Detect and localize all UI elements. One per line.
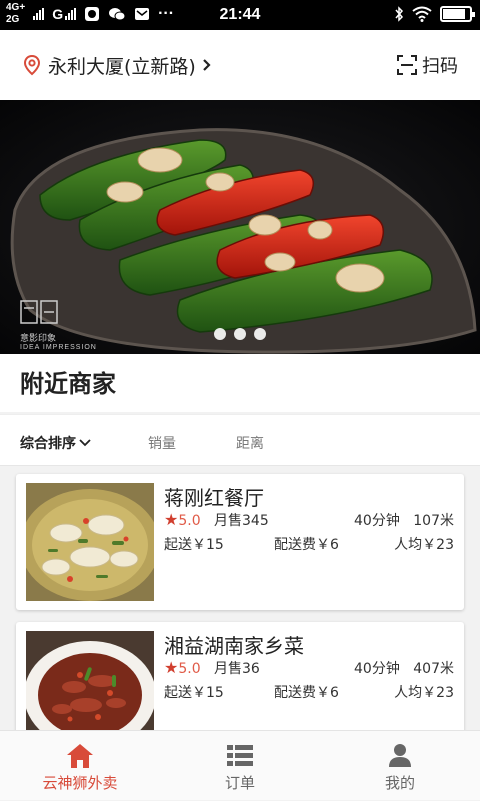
fish-dish-image: [26, 483, 154, 601]
banner-pagination: [0, 328, 480, 340]
rating-value: 5.0: [178, 513, 201, 529]
star-icon: ★: [164, 658, 179, 677]
top-header: 永利大厦(立新路) 扫码: [0, 30, 480, 100]
wifi-icon: [412, 6, 432, 22]
min-order: 起送￥15: [164, 685, 224, 701]
promo-banner[interactable]: 意影印象 IDEA IMPRESSION: [0, 100, 480, 354]
distance: 107米: [413, 513, 454, 529]
monthly-sales: 月售345: [214, 513, 269, 529]
restaurant-fees-row: 起送￥15 配送费￥6 人均￥23: [164, 534, 454, 554]
delivery-time: 40分钟: [354, 513, 400, 529]
delivery-time: 40分钟: [354, 661, 400, 677]
home-icon: [67, 744, 93, 768]
restaurant-name: 湘益湖南家乡菜: [164, 634, 304, 658]
restaurant-card[interactable]: 蒋刚红餐厅 ★5.0 月售345 40分钟 107米 起送￥15 配送费￥6 人…: [16, 474, 464, 610]
user-icon: [389, 744, 411, 767]
location-pin-icon: [23, 54, 41, 76]
list-icon: [227, 745, 253, 766]
watermark-line2: IDEA IMPRESSION: [20, 344, 97, 351]
tab-orders[interactable]: 订单: [160, 731, 320, 801]
sort-option-sales[interactable]: 销量: [148, 433, 176, 453]
chevron-down-icon: [79, 439, 91, 447]
tab-label: 我的: [384, 774, 415, 792]
pagination-dot[interactable]: [214, 328, 226, 340]
restaurant-name: 蒋刚红餐厅: [164, 486, 264, 510]
battery-fill: [443, 9, 466, 19]
delivery-fee: 配送费￥6: [274, 537, 339, 553]
tab-home[interactable]: 云神狮外卖: [0, 731, 160, 801]
distance: 407米: [413, 661, 454, 677]
status-bar: 4G+ 2G G ··· 21:44: [0, 0, 480, 30]
chevron-right-icon: [203, 59, 211, 71]
scan-label: 扫码: [422, 56, 458, 77]
sort-bar: 综合排序 销量 距离: [0, 414, 480, 466]
restaurant-fees-row: 起送￥15 配送费￥6 人均￥23: [164, 682, 454, 702]
status-right: [394, 6, 475, 22]
battery-icon: [440, 6, 475, 22]
sort-option-distance[interactable]: 距离: [236, 433, 264, 453]
tab-label: 订单: [224, 774, 255, 792]
sort-option-comprehensive[interactable]: 综合排序: [20, 433, 91, 453]
rating: ★5.0: [164, 658, 201, 677]
avg-price: 人均￥23: [394, 685, 454, 701]
restaurant-thumbnail: [26, 483, 154, 601]
pagination-dot[interactable]: [254, 328, 266, 340]
bottom-tab-bar: 云神狮外卖 订单 我的: [0, 730, 480, 800]
rating-value: 5.0: [178, 661, 201, 677]
monthly-sales: 月售36: [214, 661, 260, 677]
bluetooth-icon: [395, 6, 404, 22]
banner-watermark: 意影印象 IDEA IMPRESSION: [20, 300, 97, 351]
delivery-fee: 配送费￥6: [274, 685, 339, 701]
restaurant-stats-row: ★5.0 月售345 40分钟 107米: [164, 510, 454, 530]
restaurant-stats-row: ★5.0 月售36 40分钟 407米: [164, 658, 454, 678]
location-selector[interactable]: 永利大厦(立新路): [22, 52, 212, 79]
scan-icon: [397, 55, 417, 75]
star-icon: ★: [164, 510, 179, 529]
rating: ★5.0: [164, 510, 201, 529]
scan-button[interactable]: 扫码: [396, 52, 458, 78]
watermark-logo-icon: [20, 300, 58, 324]
sort-option-label: 综合排序: [20, 436, 76, 452]
pagination-dot[interactable]: [234, 328, 246, 340]
tab-label: 云神狮外卖: [42, 774, 118, 792]
location-label: 永利大厦(立新路): [48, 55, 196, 78]
tab-profile[interactable]: 我的: [320, 731, 480, 801]
section-title: 附近商家: [0, 354, 480, 412]
min-order: 起送￥15: [164, 537, 224, 553]
avg-price: 人均￥23: [394, 537, 454, 553]
